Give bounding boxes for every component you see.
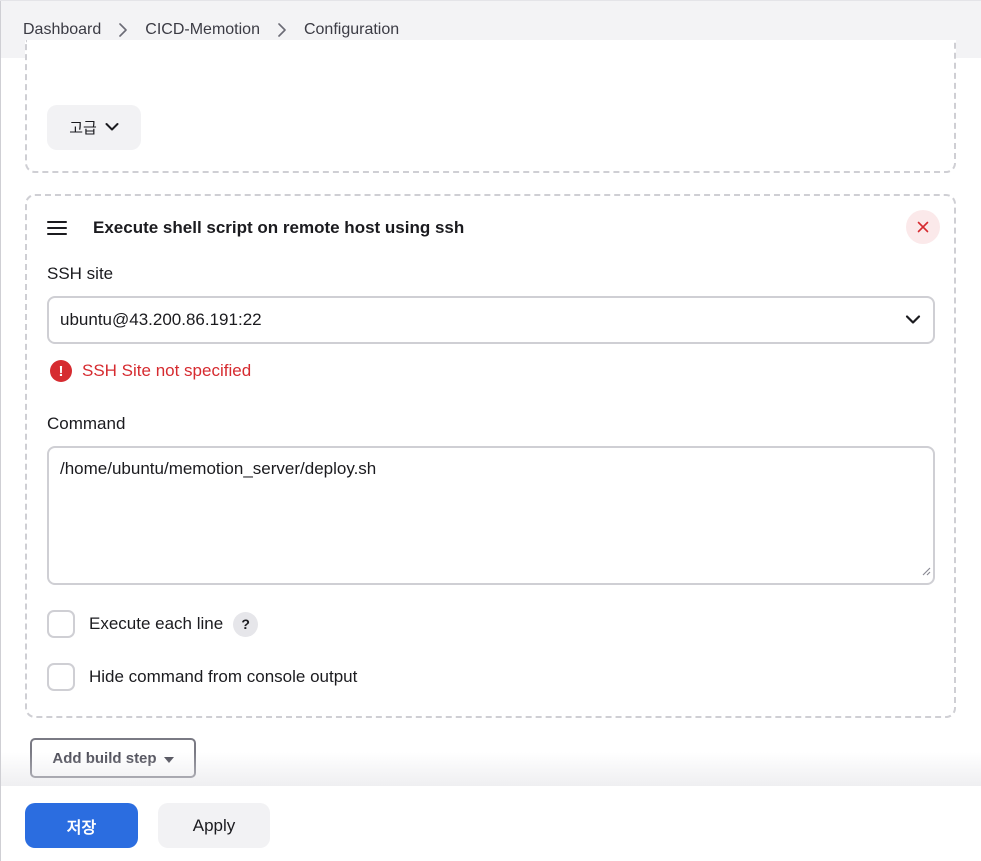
command-value: /home/ubuntu/memotion_server/deploy.sh	[60, 459, 377, 478]
window-left-edge	[0, 0, 1, 861]
ssh-site-select[interactable]: ubuntu@43.200.86.191:22	[47, 296, 935, 344]
ssh-site-error: ! SSH Site not specified	[50, 360, 251, 382]
ssh-site-label: SSH site	[47, 264, 114, 283]
chevron-right-icon	[118, 22, 128, 37]
error-icon: !	[50, 360, 72, 382]
command-label: Command	[47, 414, 126, 433]
close-icon[interactable]	[906, 210, 940, 244]
chevron-down-icon	[905, 311, 921, 331]
breadcrumb-project[interactable]: CICD-Memotion	[145, 21, 260, 39]
caret-down-icon	[163, 750, 174, 767]
ssh-build-step-card: Execute shell script on remote host usin…	[25, 194, 956, 718]
help-icon[interactable]: ?	[233, 611, 259, 637]
hide-command-checkbox[interactable]	[47, 663, 75, 691]
add-build-step-label: Add build step	[52, 749, 157, 767]
execute-each-line-label[interactable]: Execute each line	[89, 614, 223, 634]
build-step-header: Execute shell script on remote host usin…	[47, 210, 940, 244]
hide-command-option: Hide command from console output	[47, 663, 357, 691]
advanced-button[interactable]: 고급	[47, 105, 141, 150]
command-textarea[interactable]: /home/ubuntu/memotion_server/deploy.sh	[47, 446, 935, 585]
hamburger-icon[interactable]	[47, 221, 69, 235]
build-step-title: Execute shell script on remote host usin…	[93, 218, 465, 237]
footer-bar	[1, 786, 981, 861]
chevron-right-icon	[277, 22, 287, 37]
ssh-site-value: ubuntu@43.200.86.191:22	[60, 310, 262, 329]
breadcrumb-configuration[interactable]: Configuration	[304, 21, 399, 39]
execute-each-line-option: Execute each line ?	[47, 610, 259, 638]
resize-grip-icon[interactable]	[921, 561, 931, 581]
execute-each-line-checkbox[interactable]	[47, 610, 75, 638]
breadcrumb-dashboard[interactable]: Dashboard	[23, 21, 101, 39]
save-button[interactable]: 저장	[25, 803, 138, 848]
hide-command-label[interactable]: Hide command from console output	[89, 667, 357, 687]
chevron-down-icon	[105, 119, 119, 136]
add-build-step-button[interactable]: Add build step	[30, 738, 196, 778]
advanced-label: 고급	[69, 120, 97, 137]
previous-build-step-card: 고급	[25, 40, 956, 173]
apply-button[interactable]: Apply	[158, 803, 270, 848]
ssh-site-error-text: SSH Site not specified	[82, 361, 252, 380]
